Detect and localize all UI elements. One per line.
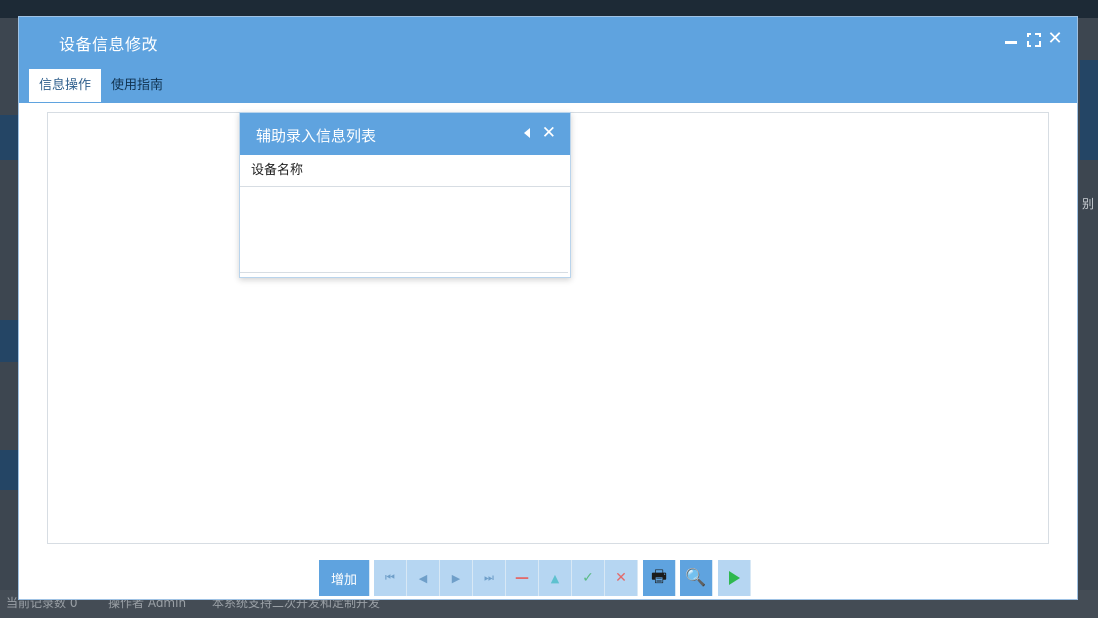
popup-title: 辅助录入信息列表 — [256, 127, 377, 145]
popup-list-body — [240, 188, 568, 273]
cancel-icon[interactable]: ✕ — [605, 560, 638, 596]
print-icon[interactable]: 🖶 — [643, 560, 676, 596]
record-toolbar: 增加 ⏮ ◀ ▶ ⏭ — ▲ ✓ ✕ 🖶 🔍 — [319, 560, 751, 596]
next-record-icon[interactable]: ▶ — [440, 560, 473, 596]
move-up-icon[interactable]: ▲ — [539, 560, 572, 596]
play-icon[interactable] — [718, 560, 751, 596]
tab-user-guide[interactable]: 使用指南 — [101, 69, 173, 102]
dialog-tabs: 信息操作 使用指南 — [19, 69, 173, 103]
delete-icon[interactable]: — — [506, 560, 539, 596]
popup-header: 辅助录入信息列表 ✕ — [240, 113, 570, 155]
print-preview-icon[interactable]: 🔍 — [680, 560, 713, 596]
column-header-device-name[interactable]: 设备名称 — [240, 155, 570, 187]
popup-controls: ✕ — [523, 125, 556, 142]
prev-record-icon[interactable]: ◀ — [407, 560, 440, 596]
minimize-icon[interactable] — [1003, 31, 1019, 47]
confirm-icon[interactable]: ✓ — [572, 560, 605, 596]
device-edit-dialog: 设备信息修改 ✕ 信息操作 使用指南 辅助录入信息列表 ✕ 设备名称 增加 ⏮ … — [18, 16, 1078, 600]
collapse-left-icon[interactable] — [523, 128, 530, 138]
background-right-strip — [1080, 60, 1098, 160]
auxiliary-list-popup: 辅助录入信息列表 ✕ 设备名称 — [239, 112, 571, 278]
background-right-label: 别 — [1082, 197, 1095, 211]
popup-close-icon[interactable]: ✕ — [542, 125, 556, 142]
dialog-title: 设备信息修改 — [59, 35, 159, 54]
close-icon[interactable]: ✕ — [1047, 30, 1063, 48]
maximize-icon[interactable] — [1025, 31, 1041, 47]
last-record-icon[interactable]: ⏭ — [473, 560, 506, 596]
first-record-icon[interactable]: ⏮ — [374, 560, 407, 596]
tab-info-operation[interactable]: 信息操作 — [29, 69, 102, 102]
dialog-window-controls: ✕ — [1003, 30, 1063, 48]
add-button[interactable]: 增加 — [319, 560, 370, 596]
dialog-header: 设备信息修改 ✕ 信息操作 使用指南 — [19, 17, 1077, 103]
